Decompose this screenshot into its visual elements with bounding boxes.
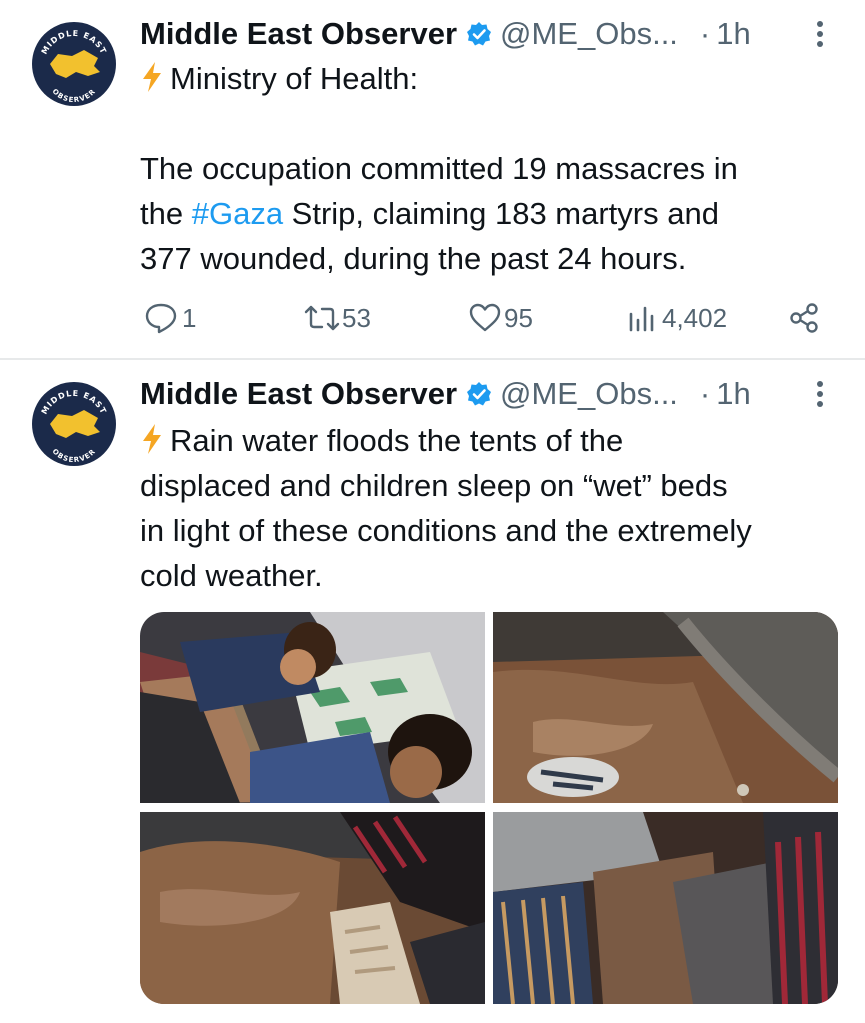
more-vertical-icon[interactable] — [808, 376, 832, 412]
retweet-count: 53 — [342, 302, 371, 333]
like-heart-icon — [469, 303, 501, 332]
photo-damp-bedding[interactable] — [493, 812, 838, 1004]
like-button[interactable]: 95 — [468, 296, 533, 340]
more-vertical-icon[interactable] — [808, 16, 832, 52]
text-line: 377 wounded, during the past 24 hours. — [140, 241, 687, 276]
action-bar: 1 53 95 4,402 — [140, 296, 840, 340]
separator-dot: · — [699, 16, 711, 51]
photo-children-sleeping[interactable] — [140, 612, 485, 803]
photo-muddy-floor[interactable] — [493, 612, 838, 803]
author-name[interactable]: Middle East Observer — [140, 16, 457, 52]
lightning-bolt-icon — [143, 424, 161, 454]
text-blank-line — [140, 101, 840, 146]
avatar-logo[interactable]: MIDDLE EAST OBSERVER — [32, 22, 116, 106]
tweet-header: Middle East Observer @ME_Obs... · 1h — [140, 372, 840, 416]
reply-count: 1 — [182, 302, 197, 333]
text-line: the #Gaza Strip, claiming 183 martyrs an… — [140, 196, 719, 231]
avatar-logo[interactable]: MIDDLE EAST OBSERVER — [32, 382, 116, 466]
share-icon — [790, 303, 818, 333]
lightning-bolt-icon — [143, 62, 161, 92]
tweet-text: Rain water floods the tents of the displ… — [140, 418, 840, 598]
text-line: Rain water floods the tents of the — [140, 418, 840, 463]
views-count: 4,402 — [662, 302, 728, 333]
like-count: 95 — [504, 302, 533, 333]
retweet-button[interactable]: 53 — [302, 296, 371, 340]
retweet-icon — [304, 305, 340, 331]
media-grid — [140, 612, 838, 1004]
author-name[interactable]: Middle East Observer — [140, 376, 457, 412]
tweet-1[interactable]: MIDDLE EAST OBSERVER Middle East Observe… — [0, 0, 865, 358]
tweet-header: Middle East Observer @ME_Obs... · 1h — [140, 12, 840, 56]
text-line: displaced and children sleep on “wet” be… — [140, 468, 728, 503]
reply-button[interactable]: 1 — [144, 296, 196, 340]
verified-badge-icon — [466, 21, 492, 47]
photo-wet-blankets[interactable] — [140, 812, 485, 1004]
text-line: Ministry of Health: — [140, 56, 840, 101]
views-chart-icon — [629, 306, 654, 332]
reply-icon — [145, 303, 177, 334]
tweet-2[interactable]: MIDDLE EAST OBSERVER Middle East Observe… — [0, 360, 865, 1023]
tweet-text: Ministry of Health: The occupation commi… — [140, 56, 840, 281]
text-line: The occupation committed 19 massacres in — [140, 151, 738, 186]
verified-badge-icon — [466, 381, 492, 407]
hashtag-gaza[interactable]: #Gaza — [192, 196, 283, 231]
text-line: cold weather. — [140, 558, 323, 593]
author-handle[interactable]: @ME_Obs... — [500, 376, 678, 412]
timestamp[interactable]: 1h — [716, 376, 750, 412]
timestamp[interactable]: 1h — [716, 16, 750, 52]
author-handle[interactable]: @ME_Obs... — [500, 16, 678, 52]
views-button[interactable]: 4,402 — [626, 296, 727, 340]
text-line: in light of these conditions and the ext… — [140, 513, 752, 548]
separator-dot: · — [699, 376, 711, 411]
share-button[interactable] — [788, 296, 820, 340]
